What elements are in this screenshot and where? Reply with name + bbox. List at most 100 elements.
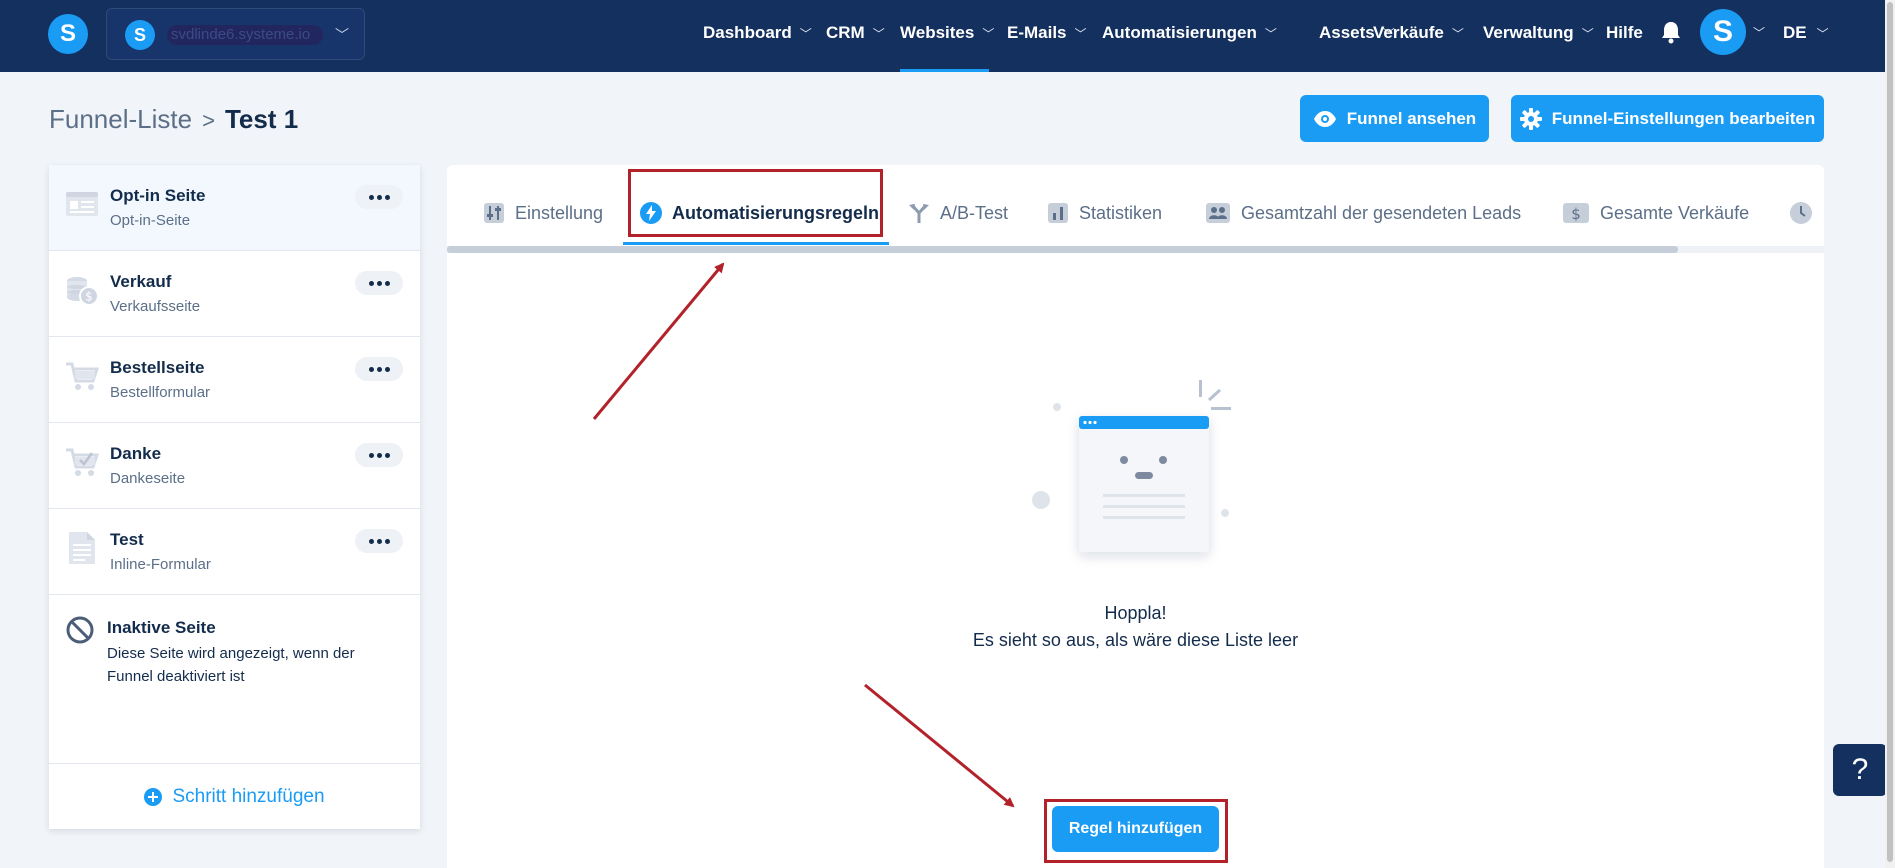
step-type: Inline-Formular bbox=[110, 556, 211, 573]
tab-statistics[interactable]: Statistiken bbox=[1047, 195, 1162, 231]
plus-circle-icon bbox=[144, 787, 163, 806]
step-name: Test bbox=[110, 530, 144, 549]
view-funnel-button[interactable]: Funnel ansehen bbox=[1300, 95, 1489, 142]
inactive-page-title[interactable]: Inaktive Seite bbox=[107, 618, 216, 638]
funnel-main-panel: Einstellung Automatisierungsregeln A/B-T… bbox=[447, 165, 1824, 868]
systeme-logo[interactable]: S bbox=[48, 14, 88, 54]
split-icon bbox=[909, 204, 929, 223]
step-type: Dankeseite bbox=[110, 470, 186, 487]
workspace-name: svdlinde6.systeme.io bbox=[167, 25, 323, 45]
tab-label: A/B-Test bbox=[940, 202, 1009, 223]
active-tab-indicator bbox=[623, 242, 889, 245]
nav-label: Verwaltung bbox=[1483, 23, 1574, 42]
bar-chart-icon bbox=[1048, 203, 1068, 223]
bell-icon[interactable] bbox=[1660, 20, 1682, 44]
step-type: Bestellformular bbox=[110, 384, 211, 401]
nav-label: Websites bbox=[900, 23, 975, 42]
empty-state-subtitle: Es sieht so aus, als wäre diese Liste le… bbox=[972, 630, 1299, 650]
step-name: Verkauf bbox=[110, 272, 172, 291]
workspace-switcher[interactable]: S svdlinde6.systeme.io ﹀ bbox=[106, 8, 365, 60]
order-cart-icon bbox=[66, 362, 99, 390]
thanks-cart-check-icon bbox=[66, 448, 99, 476]
step-test-form[interactable]: Test Inline-Formular bbox=[49, 509, 420, 595]
funnel-settings-label: Funnel-Einstellungen bearbeiten bbox=[1551, 108, 1816, 128]
svg-text:$: $ bbox=[85, 290, 93, 304]
optin-page-icon bbox=[66, 192, 98, 216]
step-type: Opt-in-Seite bbox=[110, 212, 191, 229]
funnel-steps-sidebar: Opt-in Seite Opt-in-Seite $ Verkauf Verk… bbox=[49, 165, 420, 829]
step-name: Bestellseite bbox=[110, 358, 205, 377]
nav-websites[interactable]: Websites ﹀ bbox=[900, 23, 994, 43]
chevron-down-icon[interactable]: ﹀ bbox=[1753, 24, 1765, 41]
nav-administration[interactable]: Verwaltung ﹀ bbox=[1483, 23, 1594, 43]
add-step-button[interactable]: Schritt hinzufügen bbox=[49, 763, 420, 829]
nav-dashboard[interactable]: Dashboard ﹀ bbox=[703, 23, 812, 43]
nav-help[interactable]: Hilfe bbox=[1606, 23, 1643, 43]
workspace-avatar: S bbox=[125, 20, 155, 50]
step-thanks-page[interactable]: Danke Dankeseite bbox=[49, 423, 420, 509]
funnel-settings-button[interactable]: Funnel-Einstellungen bearbeiten bbox=[1511, 95, 1824, 142]
tab-total-sales[interactable]: $ Gesamte Verkäufe bbox=[1562, 195, 1749, 231]
nav-emails[interactable]: E-Mails ﹀ bbox=[1007, 23, 1087, 43]
nav-automations[interactable]: Automatisierungen ﹀ bbox=[1102, 23, 1277, 43]
chevron-down-icon: ﹀ bbox=[872, 27, 885, 41]
step-name: Opt-in Seite bbox=[110, 186, 206, 205]
step-menu-button[interactable] bbox=[355, 529, 403, 553]
annotation-highlight-tab bbox=[628, 169, 883, 237]
step-sales-page[interactable]: $ Verkauf Verkaufsseite bbox=[49, 251, 420, 337]
tab-ab-test[interactable]: A/B-Test bbox=[908, 195, 1008, 231]
sliders-icon bbox=[484, 203, 504, 223]
step-menu-button[interactable] bbox=[355, 185, 403, 209]
breadcrumb-funnel-list[interactable]: Funnel-Liste bbox=[49, 104, 192, 134]
scrollbar-thumb[interactable] bbox=[447, 246, 1678, 253]
breadcrumb-current: Test 1 bbox=[224, 104, 299, 134]
nav-label: Verkäufe bbox=[1373, 23, 1444, 42]
chevron-down-icon: ﹀ bbox=[1816, 27, 1829, 41]
nav-label: Dashboard bbox=[703, 23, 792, 42]
nav-label: Assets bbox=[1319, 23, 1375, 42]
nav-crm[interactable]: CRM ﹀ bbox=[826, 23, 885, 43]
tab-settings[interactable]: Einstellung bbox=[483, 195, 603, 231]
users-icon bbox=[1206, 203, 1230, 223]
user-avatar[interactable]: S bbox=[1700, 9, 1746, 55]
empty-state-title: Hoppla! bbox=[1104, 603, 1167, 623]
help-button[interactable]: ? bbox=[1833, 744, 1887, 796]
page-scrollbar[interactable] bbox=[1885, 0, 1895, 868]
forbidden-circle-icon bbox=[66, 616, 94, 644]
tab-label: Einstellung bbox=[515, 202, 604, 223]
tab-label: Gesamtzahl der gesendeten Leads bbox=[1241, 202, 1522, 223]
nav-label: Automatisierungen bbox=[1102, 23, 1257, 42]
sales-coins-icon: $ bbox=[67, 277, 99, 306]
clock-icon[interactable] bbox=[1789, 201, 1813, 225]
tab-leads-sent[interactable]: Gesamtzahl der gesendeten Leads bbox=[1205, 195, 1521, 231]
nav-label: E-Mails bbox=[1007, 23, 1067, 42]
step-menu-button[interactable] bbox=[355, 357, 403, 381]
language-switcher[interactable]: DE ﹀ bbox=[1783, 23, 1829, 43]
top-navigation-bar: S S svdlinde6.systeme.io ﹀ Dashboard ﹀ CR… bbox=[0, 0, 1895, 72]
nav-active-indicator bbox=[900, 69, 989, 72]
add-step-label: Schritt hinzufügen bbox=[172, 785, 325, 807]
scrollbar-thumb[interactable] bbox=[1887, 2, 1893, 862]
empty-list-illustration bbox=[1032, 380, 1231, 552]
tab-bar-scrollbar[interactable] bbox=[447, 246, 1824, 253]
tab-label: Gesamte Verkäufe bbox=[1600, 202, 1750, 223]
step-menu-button[interactable] bbox=[355, 443, 403, 467]
chevron-down-icon: ﹀ bbox=[1451, 27, 1464, 41]
step-order-page[interactable]: Bestellseite Bestellformular bbox=[49, 337, 420, 423]
language-label: DE bbox=[1783, 23, 1807, 42]
step-menu-button[interactable] bbox=[355, 271, 403, 295]
svg-text:$: $ bbox=[1571, 205, 1581, 223]
step-name: Danke bbox=[110, 444, 162, 463]
tab-label: Statistiken bbox=[1079, 202, 1163, 223]
chevron-down-icon: ﹀ bbox=[1581, 27, 1594, 41]
chevron-down-icon: ﹀ bbox=[1074, 27, 1087, 41]
nav-sales[interactable]: Verkäufe ﹀ bbox=[1373, 23, 1464, 43]
chevron-down-icon: ﹀ bbox=[799, 27, 812, 41]
breadcrumb: Funnel-Liste > Test 1 bbox=[49, 104, 298, 135]
inline-form-document-icon bbox=[69, 532, 95, 564]
view-funnel-label: Funnel ansehen bbox=[1346, 108, 1477, 128]
breadcrumb-separator: > bbox=[202, 108, 215, 133]
step-optin-page[interactable]: Opt-in Seite Opt-in-Seite bbox=[49, 165, 420, 251]
step-type: Verkaufsseite bbox=[110, 298, 201, 315]
gear-icon bbox=[1519, 107, 1542, 130]
